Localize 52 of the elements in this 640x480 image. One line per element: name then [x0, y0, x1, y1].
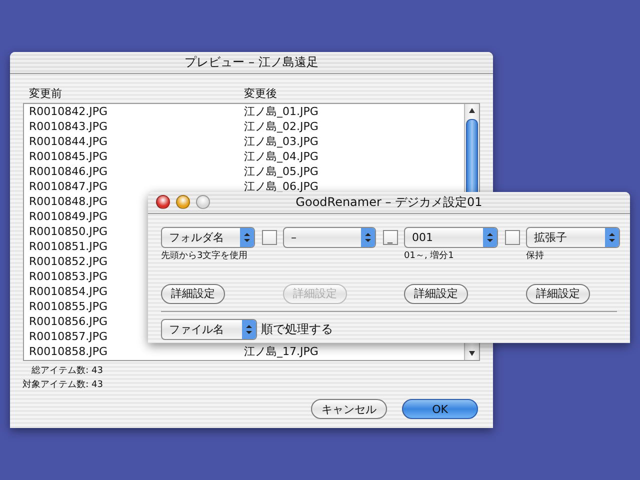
checkbox[interactable] [262, 230, 276, 245]
order-label: 順で処理する [261, 320, 333, 338]
table-cell: R0010847.JPG [29, 181, 108, 192]
details-button[interactable]: 詳細設定 [161, 284, 225, 304]
cancel-button[interactable]: キャンセル [311, 399, 387, 419]
zoom-button[interactable] [196, 195, 210, 209]
table-cell: 江ノ島_01.JPG [244, 106, 318, 117]
checkbox[interactable]: _ [382, 230, 398, 245]
table-cell: R0010845.JPG [29, 151, 108, 162]
window-title: プレビュー – 江ノ島遠足 [184, 54, 318, 71]
table-cell: R0010846.JPG [29, 166, 108, 177]
setting-note: 保持 [526, 250, 544, 262]
setting-note: 01～, 増分1 [404, 249, 454, 262]
window-title: GoodRenamer – デジカメ設定01 [296, 194, 482, 211]
table-cell: 江ノ島_17.JPG [244, 346, 318, 357]
scroll-up-icon[interactable] [468, 107, 476, 115]
popup-menu[interactable]: 拡張子 [526, 227, 620, 248]
table-cell: 江ノ島_03.JPG [244, 136, 318, 147]
table-cell: R0010844.JPG [29, 136, 108, 147]
table-cell: R0010856.JPG [29, 316, 108, 327]
table-cell: R0010848.JPG [29, 196, 108, 207]
checkbox[interactable] [504, 230, 520, 245]
details-button[interactable]: 詳細設定 [404, 284, 468, 304]
item-count: 総アイテム数: 43 [32, 364, 103, 377]
table-cell: R0010854.JPG [29, 286, 108, 297]
table-cell: R0010853.JPG [29, 271, 108, 282]
table-cell: 江ノ島_05.JPG [244, 166, 318, 177]
table-cell: R0010852.JPG [29, 256, 108, 267]
item-count: 対象アイテム数: 43 [22, 378, 103, 391]
close-button[interactable] [156, 195, 170, 209]
table-cell: R0010850.JPG [29, 226, 108, 237]
minimize-button[interactable] [176, 195, 190, 209]
table-cell: R0010849.JPG [29, 211, 108, 222]
table-cell: R0010851.JPG [29, 241, 108, 252]
table-cell: 江ノ島_04.JPG [244, 151, 318, 162]
scroll-down-icon[interactable] [468, 349, 476, 357]
popup-menu[interactable]: – [283, 227, 376, 248]
popup-menu[interactable]: フォルダ名 [161, 227, 255, 248]
column-header: 変更後 [244, 87, 277, 102]
popup-menu[interactable]: 001 [404, 227, 498, 248]
details-button[interactable]: 詳細設定 [526, 284, 590, 304]
popup-menu[interactable]: ファイル名 [161, 318, 257, 340]
table-cell: R0010857.JPG [29, 331, 108, 342]
table-cell: 江ノ島_02.JPG [244, 121, 318, 132]
table-cell: R0010855.JPG [29, 301, 108, 312]
table-cell: R0010858.JPG [29, 346, 108, 357]
ok-button[interactable]: OK [402, 399, 478, 419]
table-cell: 江ノ島_06.JPG [244, 181, 318, 192]
column-header: 変更前 [29, 87, 62, 102]
setting-note: 先頭から3文字を使用 [161, 250, 248, 262]
table-cell: R0010843.JPG [29, 121, 108, 132]
table-cell: R0010842.JPG [29, 106, 108, 117]
